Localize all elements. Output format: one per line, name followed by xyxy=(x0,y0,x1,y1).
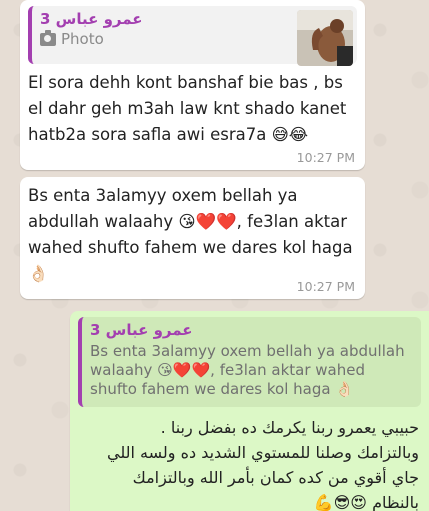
message-timestamp: 10:27 PM xyxy=(296,279,355,294)
quote-type-label: Photo xyxy=(61,30,104,48)
quoted-reply[interactable]: 3 عمرو عباس Photo xyxy=(28,6,357,66)
message-bubble-outgoing[interactable]: 3 عمرو عباس Bs enta 3alamyy oxem bellah … xyxy=(70,311,429,511)
message-text: El sora dehh kont banshaf bie bas , bs e… xyxy=(28,73,347,144)
message-text-line: بالنظام xyxy=(372,493,419,511)
message-emojis: 😍😎💪 xyxy=(313,493,367,511)
message-timestamp: 10:27 PM xyxy=(296,150,355,165)
quote-text: Bs enta 3alamyy oxem bellah ya abdullah … xyxy=(90,342,405,398)
message-bubble-incoming[interactable]: 3 عمرو عباس Photo El sora dehh kont bans… xyxy=(20,0,365,170)
quoted-reply[interactable]: 3 عمرو عباس Bs enta 3alamyy oxem bellah … xyxy=(78,317,421,407)
quoted-photo-thumbnail[interactable] xyxy=(297,10,353,66)
message-text: Bs enta 3alamyy oxem bellah ya abdullah … xyxy=(28,186,353,283)
message-text: حبيبي يعمرو ربنا يكرمك ده بفضل ربنا . وب… xyxy=(78,415,421,511)
message-text-line: وبالتزامك وصلنا للمستوي الشديد ده ولسه ا… xyxy=(107,443,419,487)
message-bubble-incoming[interactable]: Bs enta 3alamyy oxem bellah ya abdullah … xyxy=(20,177,365,299)
message-text-line: حبيبي يعمرو ربنا يكرمك ده بفضل ربنا . xyxy=(160,418,419,437)
quote-author: 3 عمرو عباس xyxy=(90,321,193,339)
camera-icon xyxy=(40,29,56,46)
